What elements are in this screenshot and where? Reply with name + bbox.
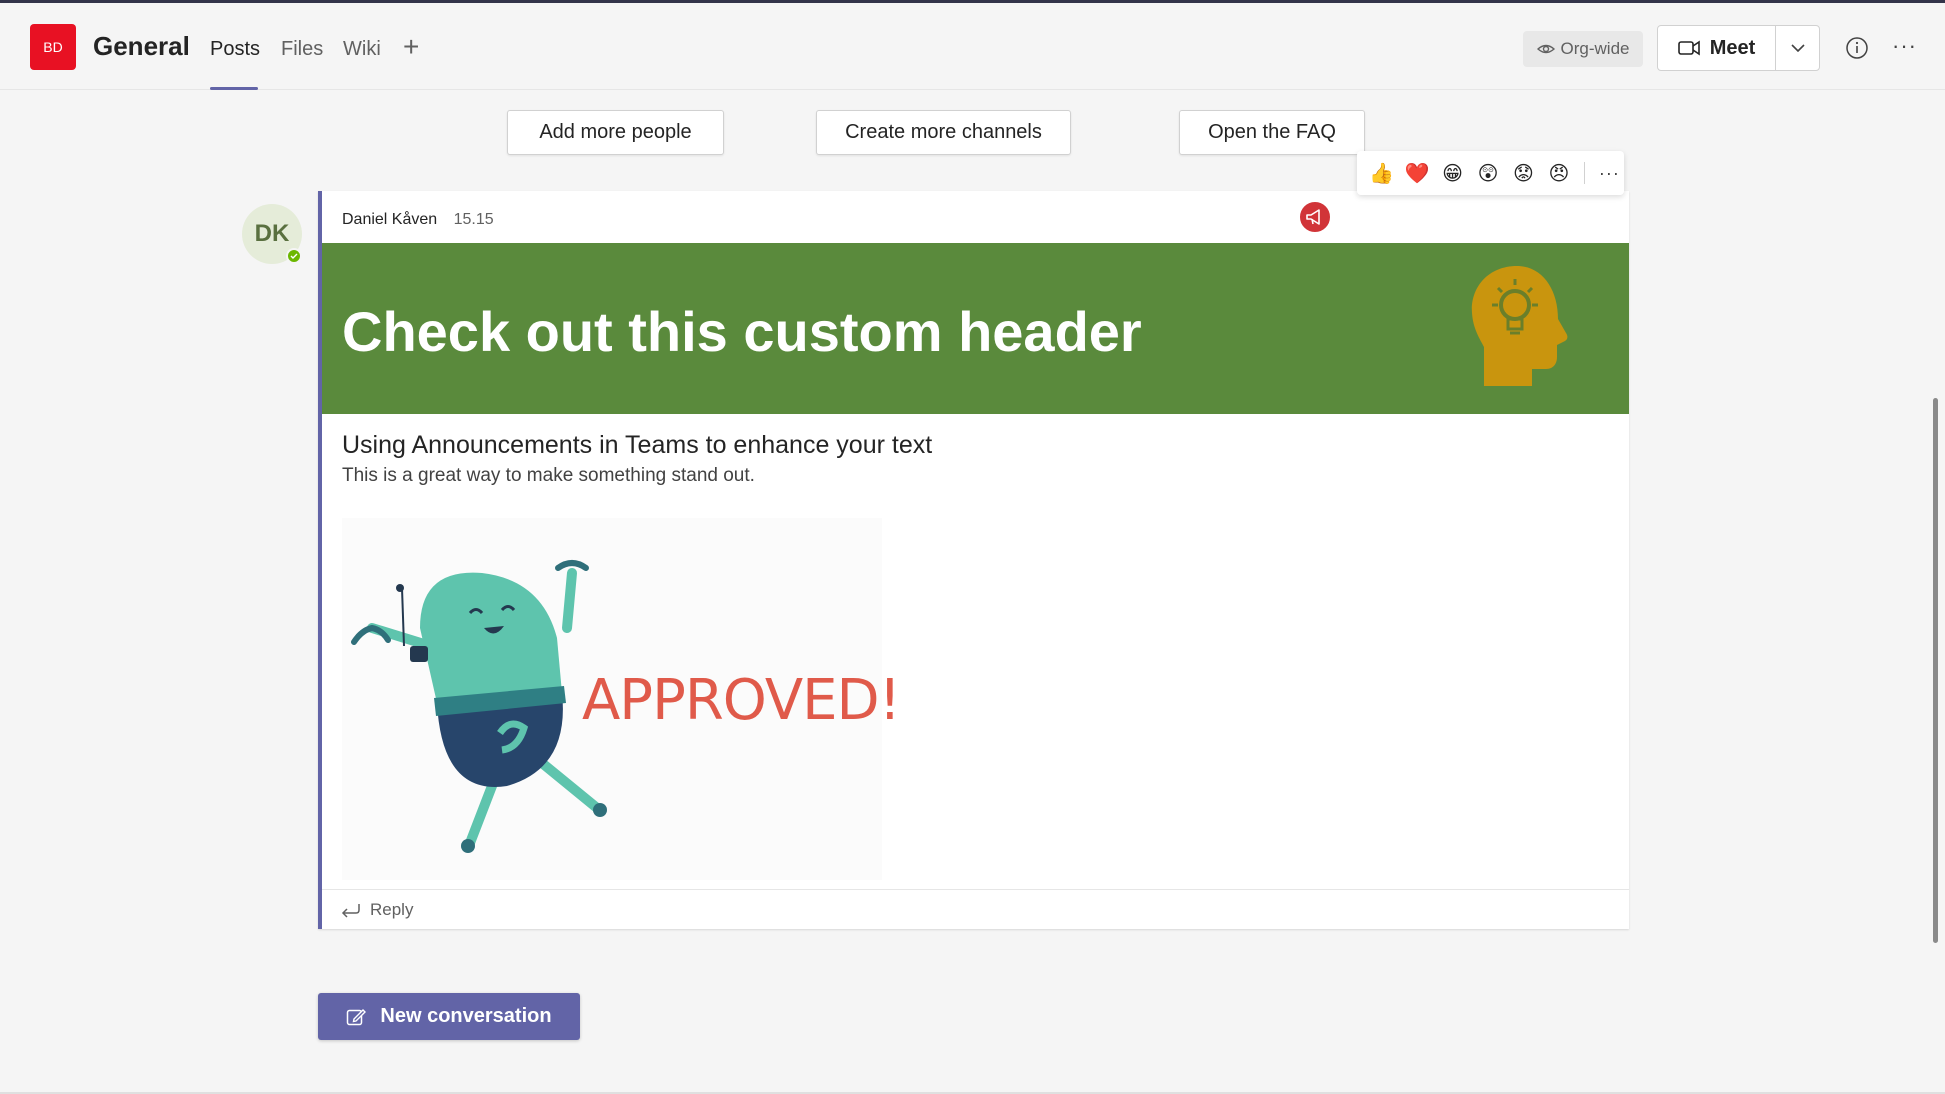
active-tab-indicator <box>210 87 258 90</box>
reply-bar[interactable]: Reply <box>322 889 1629 929</box>
add-tab-button[interactable]: + <box>403 31 419 63</box>
announcement-post: Daniel Kåven 15.15 Check out this custom… <box>318 191 1629 929</box>
tab-files[interactable]: Files <box>281 38 323 61</box>
meet-button[interactable]: Meet <box>1658 26 1776 70</box>
chevron-down-icon <box>1790 44 1805 52</box>
meet-dropdown-button[interactable] <box>1776 44 1819 52</box>
more-actions-icon[interactable]: ··· <box>1595 163 1624 184</box>
channel-header: BD General Posts Files Wiki + Org-wide M… <box>0 3 1945 90</box>
reaction-like[interactable]: 👍 <box>1367 161 1396 186</box>
team-avatar[interactable]: BD <box>30 24 76 70</box>
post-meta: Daniel Kåven 15.15 <box>342 211 494 229</box>
post-subject: Using Announcements in Teams to enhance … <box>342 431 933 459</box>
org-wide-badge[interactable]: Org-wide <box>1523 31 1643 67</box>
more-options-icon[interactable]: ··· <box>1892 33 1917 59</box>
info-icon[interactable] <box>1845 36 1869 60</box>
eye-icon <box>1536 44 1555 54</box>
post-timestamp: 15.15 <box>453 211 494 228</box>
open-faq-button[interactable]: Open the FAQ <box>1179 110 1365 155</box>
banner-title: Check out this custom header <box>342 300 1142 363</box>
scrollbar[interactable] <box>1933 398 1938 943</box>
meet-split-button: Meet <box>1657 25 1820 71</box>
post-author[interactable]: Daniel Kåven <box>342 211 437 228</box>
tab-posts[interactable]: Posts <box>210 38 260 61</box>
reaction-heart[interactable]: ❤️ <box>1402 161 1431 186</box>
reply-label: Reply <box>370 899 414 919</box>
reaction-laugh[interactable]: 😁 <box>1438 161 1467 186</box>
video-camera-icon <box>1677 40 1700 56</box>
megaphone-icon <box>1298 200 1332 234</box>
reaction-angry[interactable]: 😠 <box>1544 161 1573 186</box>
reactions-bar: 👍 ❤️ 😁 😲 😟 😠 ··· <box>1357 151 1624 195</box>
idea-head-icon <box>1471 266 1568 386</box>
post-body: This is a great way to make something st… <box>342 465 755 486</box>
new-conversation-label: New conversation <box>380 1005 552 1027</box>
reply-arrow-icon <box>341 903 360 918</box>
tab-wiki[interactable]: Wiki <box>343 38 381 61</box>
reaction-surprised[interactable]: 😲 <box>1473 161 1502 186</box>
new-conversation-button[interactable]: New conversation <box>318 993 580 1040</box>
presence-available-icon <box>286 248 302 264</box>
channel-title: General <box>93 31 190 61</box>
compose-icon <box>347 1008 367 1025</box>
approved-image[interactable]: APPROVED! <box>342 518 901 880</box>
meet-label: Meet <box>1709 36 1756 59</box>
announcement-banner: Check out this custom header <box>322 243 1629 414</box>
add-more-people-button[interactable]: Add more people <box>507 110 724 155</box>
approved-text: APPROVED! <box>582 668 901 733</box>
create-more-channels-button[interactable]: Create more channels <box>816 110 1071 155</box>
reaction-sad[interactable]: 😟 <box>1509 161 1538 186</box>
org-wide-label: Org-wide <box>1560 39 1630 58</box>
reactions-divider <box>1583 162 1585 184</box>
